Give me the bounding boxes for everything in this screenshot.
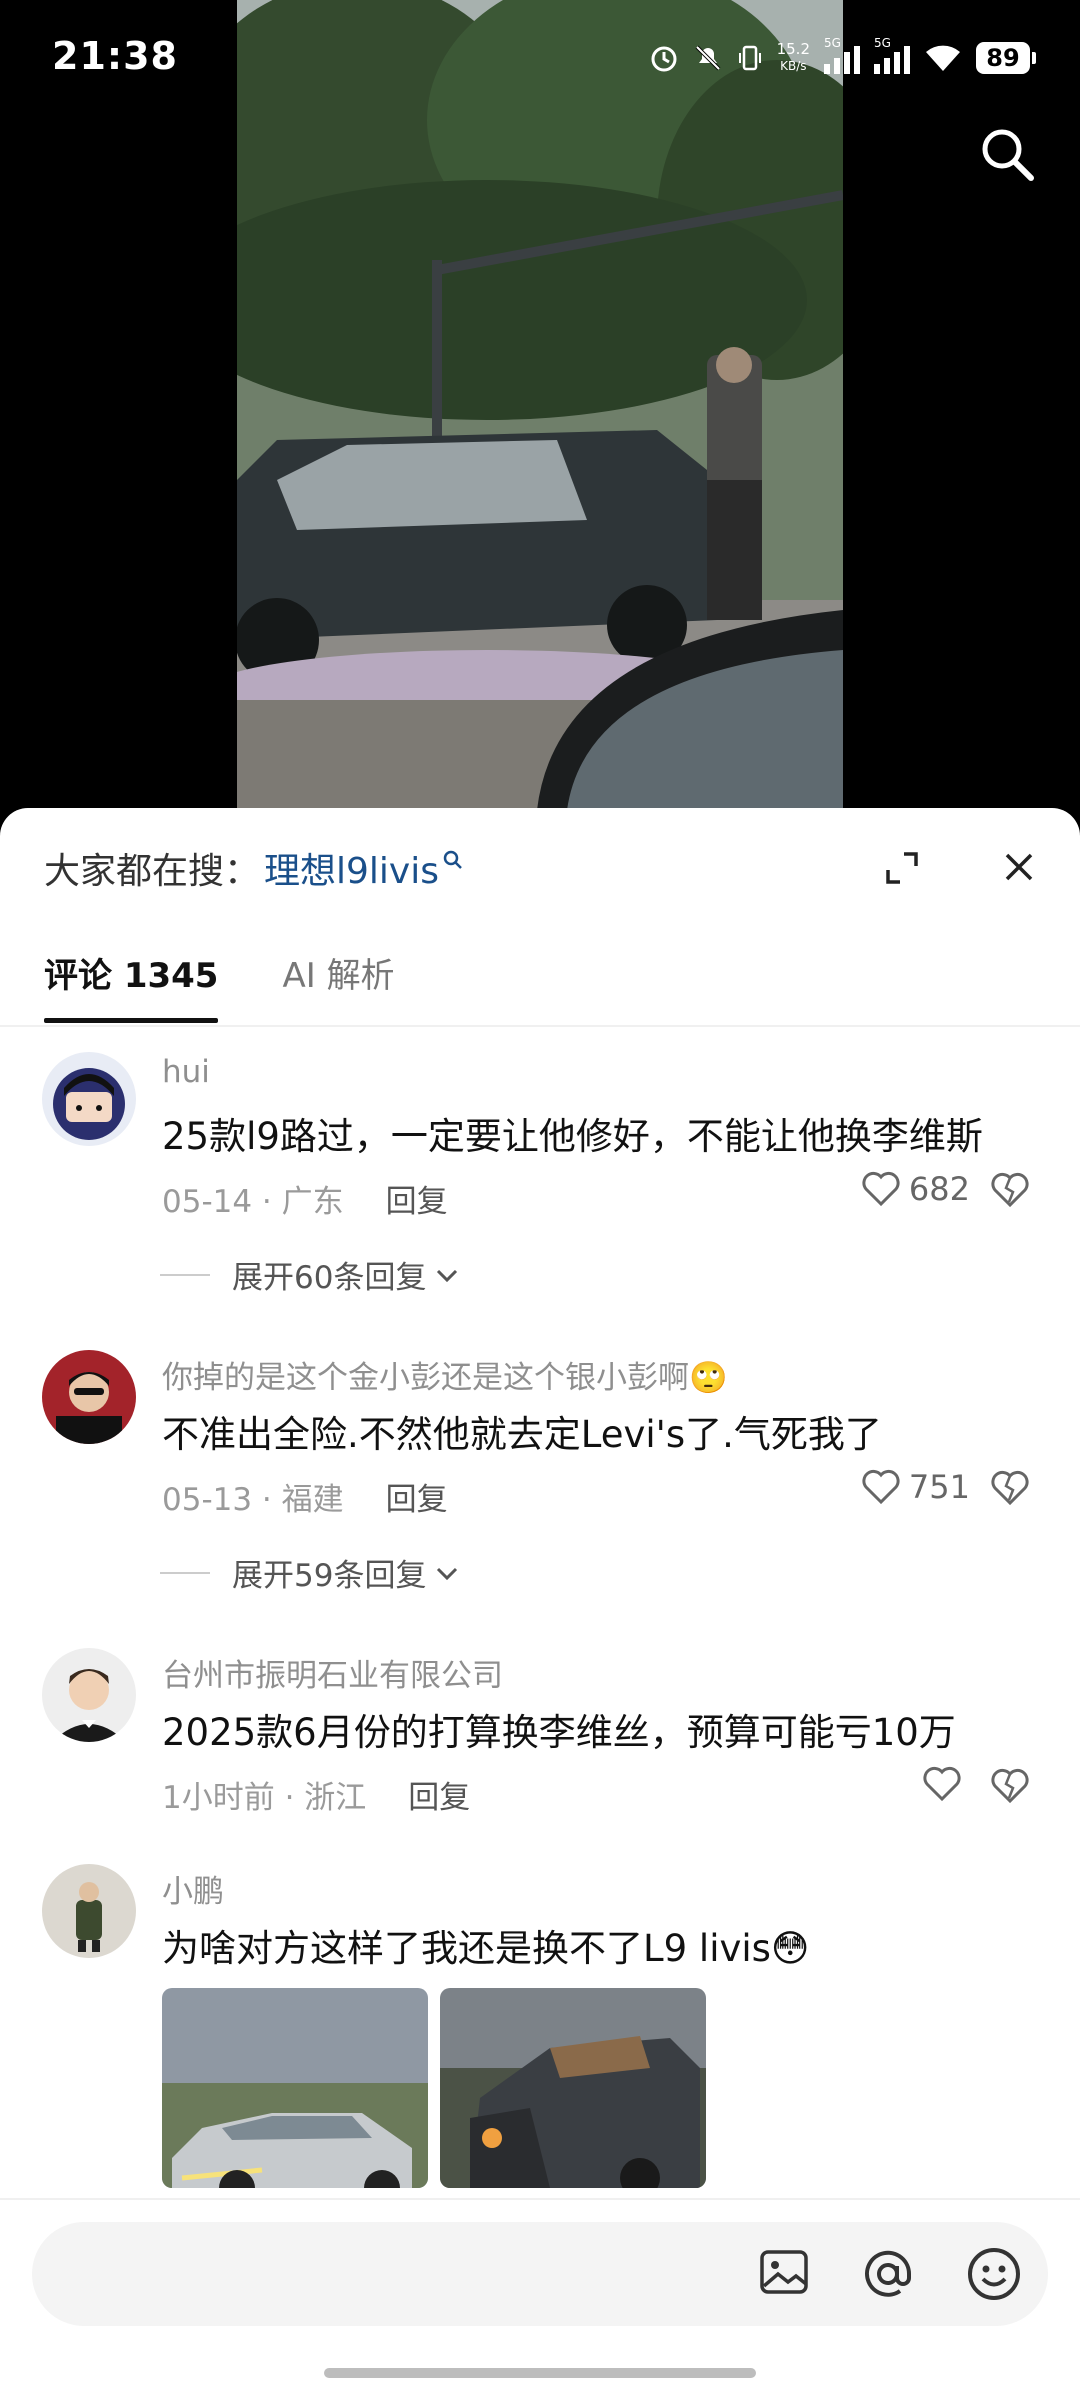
reply-button[interactable]: 回复	[386, 1184, 448, 1220]
home-indicator[interactable]	[324, 2368, 756, 2378]
net-speed-value: 15.2	[776, 40, 810, 58]
dislike-button[interactable]	[990, 1768, 1030, 1808]
image-icon	[760, 2250, 808, 2294]
like-count: 682	[908, 1170, 970, 1208]
heart-icon	[862, 1469, 900, 1505]
comment-author[interactable]: 小鹏	[162, 1866, 224, 1911]
expand-icon	[886, 852, 918, 884]
hot-search-bar[interactable]: 大家都在搜： 理想l9livis	[44, 842, 463, 894]
comment-date-location: 1小时前 · 浙江	[162, 1780, 367, 1816]
broken-heart-icon	[991, 1172, 1029, 1208]
mute-icon	[695, 45, 721, 71]
broken-heart-icon	[991, 1470, 1029, 1506]
at-icon	[865, 2250, 912, 2297]
video-frame	[237, 0, 843, 810]
like-button[interactable]	[922, 1766, 970, 1802]
hot-search-keyword[interactable]: 理想l9livis	[264, 842, 439, 894]
comment-author[interactable]: hui	[162, 1054, 210, 1090]
emoji-icon	[968, 2248, 1020, 2300]
signal-icon-2: 5G	[874, 36, 910, 74]
net-speed-unit: KB/s	[780, 59, 807, 73]
hot-search-prefix: 大家都在搜：	[44, 851, 261, 892]
comment-text: 为啥对方这样了我还是换不了L9 livis😳	[162, 1927, 810, 1970]
signal-icon-1: 5G	[824, 36, 860, 74]
dislike-button[interactable]	[990, 1470, 1030, 1510]
mention-button[interactable]	[860, 2246, 916, 2306]
video-player[interactable]	[237, 0, 843, 810]
like-button[interactable]: 751	[861, 1468, 970, 1506]
comment-author[interactable]: 台州市振明石业有限公司	[162, 1650, 503, 1695]
wifi-icon	[926, 45, 960, 71]
expand-replies-label: 展开59条回复	[232, 1558, 427, 1594]
comment-meta: 05-13 · 福建 回复	[162, 1474, 448, 1519]
comment-date-location: 05-13 · 福建	[162, 1482, 344, 1518]
status-icons: 15.2 KB/s 5G 5G 89	[649, 36, 1036, 80]
comment-sheet: 大家都在搜： 理想l9livis 评论 1345 AI 解析 hui 25款l9…	[0, 808, 1080, 2400]
heart-icon	[923, 1766, 961, 1802]
chevron-down-icon	[437, 1269, 458, 1282]
tab-ai-analysis[interactable]: AI 解析	[282, 948, 394, 1023]
comment-author[interactable]: 你掉的是这个金小彭还是这个银小彭啊🙄	[162, 1352, 728, 1397]
broken-heart-icon	[991, 1768, 1029, 1804]
expand-replies-button[interactable]: 展开60条回复	[160, 1252, 462, 1297]
expand-replies-button[interactable]: 展开59条回复	[160, 1550, 462, 1595]
alarm-icon	[651, 46, 677, 72]
comment-text: 不准出全险.不然他就去定Levi's了.气死我了	[162, 1413, 882, 1456]
avatar[interactable]	[42, 1864, 136, 1958]
expand-replies-label: 展开60条回复	[232, 1260, 427, 1296]
like-button[interactable]: 682	[861, 1170, 970, 1208]
comment-meta: 05-14 · 广东 回复	[162, 1176, 448, 1221]
comment-image[interactable]	[440, 1988, 706, 2188]
search-button[interactable]	[978, 125, 1036, 187]
signal-label-1: 5G	[824, 36, 841, 50]
avatar[interactable]	[42, 1350, 136, 1444]
comment-meta: 1小时前 · 浙江 回复	[162, 1772, 470, 1817]
clock: 21:38	[52, 34, 178, 78]
chevron-down-icon	[437, 1567, 458, 1580]
signal-label-2: 5G	[874, 36, 891, 50]
network-speed: 15.2 KB/s	[777, 41, 810, 75]
tab-comments[interactable]: 评论 1345	[44, 948, 219, 1023]
heart-icon	[862, 1171, 900, 1207]
comment-image[interactable]	[162, 1988, 428, 2188]
reply-button[interactable]: 回复	[408, 1780, 470, 1816]
vibrate-icon	[738, 45, 761, 71]
comment-text: 25款l9路过，一定要让他修好，不能让他换李维斯	[162, 1115, 983, 1158]
close-icon	[1005, 853, 1033, 881]
comment-date-location: 05-14 · 广东	[162, 1184, 344, 1220]
reply-button[interactable]: 回复	[386, 1482, 448, 1518]
avatar[interactable]	[42, 1648, 136, 1742]
battery-indicator: 89	[976, 42, 1036, 74]
comment-text: 2025款6月份的打算换李维丝，预算可能亏10万	[162, 1711, 956, 1754]
status-bar: 21:38 15.2 KB/s 5G 5G 89	[0, 0, 1080, 115]
tabs-divider	[0, 1025, 1080, 1027]
dislike-button[interactable]	[990, 1172, 1030, 1212]
image-picker-button[interactable]	[758, 2246, 810, 2302]
expand-button[interactable]	[884, 850, 920, 890]
emoji-button[interactable]	[966, 2246, 1022, 2306]
search-icon	[982, 129, 1034, 181]
comment-input-bar	[0, 2198, 1080, 2400]
close-button[interactable]	[1002, 850, 1036, 888]
comment-images	[162, 1988, 706, 2188]
avatar[interactable]	[42, 1052, 136, 1146]
search-small-icon	[443, 850, 462, 869]
like-count: 751	[908, 1468, 970, 1506]
tab-bar: 评论 1345 AI 解析	[44, 948, 395, 1023]
